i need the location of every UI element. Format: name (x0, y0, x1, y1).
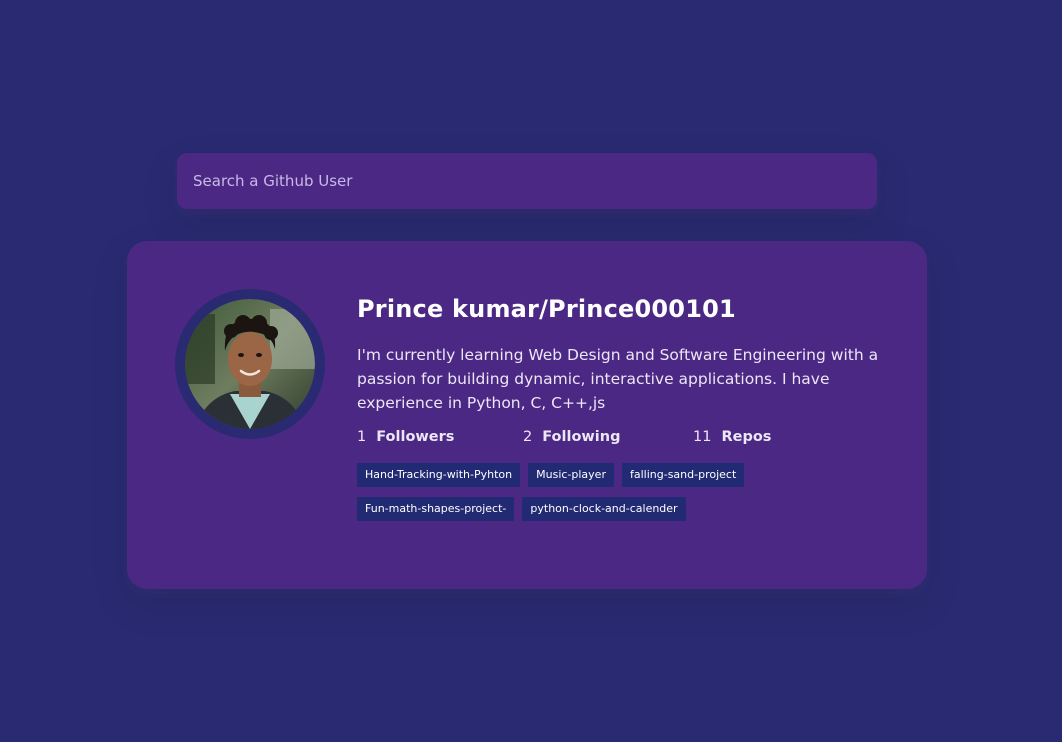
user-stats: 1 Followers 2 Following 11 Repos (357, 429, 887, 445)
following-count: 2 (523, 429, 533, 445)
followers-count: 1 (357, 429, 367, 445)
repo-link[interactable]: Hand-Tracking-with-Pyhton (357, 463, 521, 487)
repo-link[interactable]: Fun-math-shapes-project- (357, 497, 515, 521)
avatar-image (185, 299, 315, 429)
repos-count: 11 (693, 429, 712, 445)
followers-label: Followers (376, 429, 455, 445)
repo-list: Hand-Tracking-with-Pyhton Music-player f… (357, 463, 827, 531)
repo-link[interactable]: Music-player (528, 463, 614, 487)
page: Prince kumar/Prince000101 I'm currently … (0, 0, 1062, 742)
avatar (175, 289, 325, 439)
repos-label: Repos (721, 429, 772, 445)
stat-followers: 1 Followers (357, 429, 523, 445)
user-name: Prince kumar/Prince000101 (357, 295, 736, 323)
user-info: Prince kumar/Prince000101 I'm currently … (357, 289, 887, 531)
user-bio: I'm currently learning Web Design and So… (357, 346, 879, 412)
user-card: Prince kumar/Prince000101 I'm currently … (127, 241, 927, 589)
stat-repos: 11 Repos (693, 429, 843, 445)
search-form (177, 153, 877, 209)
following-label: Following (542, 429, 621, 445)
search-input[interactable] (177, 153, 877, 209)
stat-following: 2 Following (523, 429, 693, 445)
repo-link[interactable]: python-clock-and-calender (522, 497, 686, 521)
repo-link[interactable]: falling-sand-project (621, 463, 745, 487)
